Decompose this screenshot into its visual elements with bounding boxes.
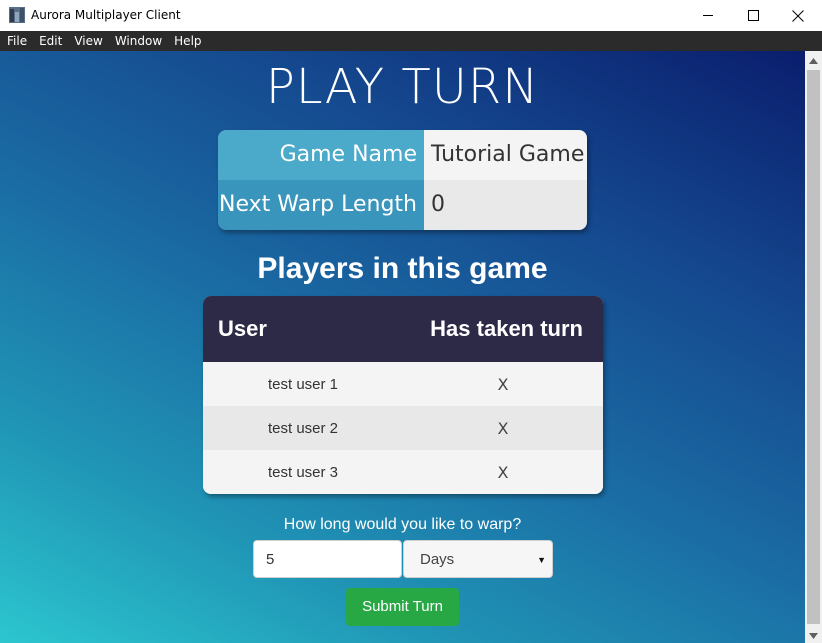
vertical-scrollbar[interactable] (805, 51, 822, 643)
warp-length-row: Next Warp Length 0 (218, 180, 587, 230)
menu-edit[interactable]: Edit (33, 31, 68, 51)
scroll-down-arrow-icon (809, 626, 818, 643)
table-row: test user 3 X (203, 450, 603, 494)
players-table: User Has taken turn test user 1 X test u… (203, 296, 603, 494)
window-title: Aurora Multiplayer Client (31, 8, 181, 22)
turn-status: X (497, 418, 509, 438)
close-button[interactable] (775, 0, 821, 31)
game-name-label: Game Name (218, 130, 424, 180)
warp-amount-input[interactable] (253, 540, 402, 578)
minimize-button[interactable] (685, 0, 731, 31)
player-name: test user 1 (267, 375, 339, 393)
menu-bar: File Edit View Window Help (0, 31, 822, 51)
player-name: test user 2 (267, 419, 339, 437)
app-icon[interactable] (9, 7, 25, 23)
player-name: test user 3 (267, 463, 339, 481)
scroll-up-arrow-icon (809, 51, 818, 69)
warp-length-value: 0 (424, 180, 587, 230)
title-bar: Aurora Multiplayer Client (0, 0, 822, 31)
menu-view[interactable]: View (68, 31, 108, 51)
scrollbar-thumb[interactable] (807, 70, 820, 624)
main-content: PLAY TURN Game Name Tutorial Game Next W… (0, 51, 805, 643)
game-name-value: Tutorial Game (424, 130, 587, 180)
players-table-header: User Has taken turn (203, 296, 603, 362)
warp-unit-value: Days (420, 550, 455, 568)
minimize-icon (702, 10, 714, 21)
submit-turn-button[interactable]: Submit Turn (346, 588, 459, 626)
column-header-turn: Has taken turn (430, 316, 583, 341)
scroll-up-button[interactable] (805, 51, 822, 68)
turn-status: X (497, 462, 509, 482)
menu-file[interactable]: File (1, 31, 33, 51)
table-row: test user 2 X (203, 406, 603, 450)
warp-unit-select[interactable]: Days ▼ (403, 540, 553, 578)
close-icon (792, 9, 804, 22)
table-row: test user 1 X (203, 362, 603, 406)
maximize-icon (747, 10, 759, 21)
game-name-row: Game Name Tutorial Game (218, 130, 587, 180)
column-header-user: User (218, 316, 267, 341)
page-title: PLAY TURN (265, 59, 540, 115)
turn-status: X (497, 374, 509, 394)
warp-question: How long would you like to warp? (283, 516, 522, 533)
menu-help[interactable]: Help (168, 31, 207, 51)
game-info-card: Game Name Tutorial Game Next Warp Length… (218, 130, 587, 230)
maximize-button[interactable] (730, 0, 776, 31)
menu-window[interactable]: Window (109, 31, 168, 51)
scroll-down-button[interactable] (805, 626, 822, 643)
players-heading: Players in this game (257, 252, 548, 285)
warp-length-label: Next Warp Length (218, 180, 424, 230)
dropdown-arrow-icon: ▼ (537, 555, 546, 565)
